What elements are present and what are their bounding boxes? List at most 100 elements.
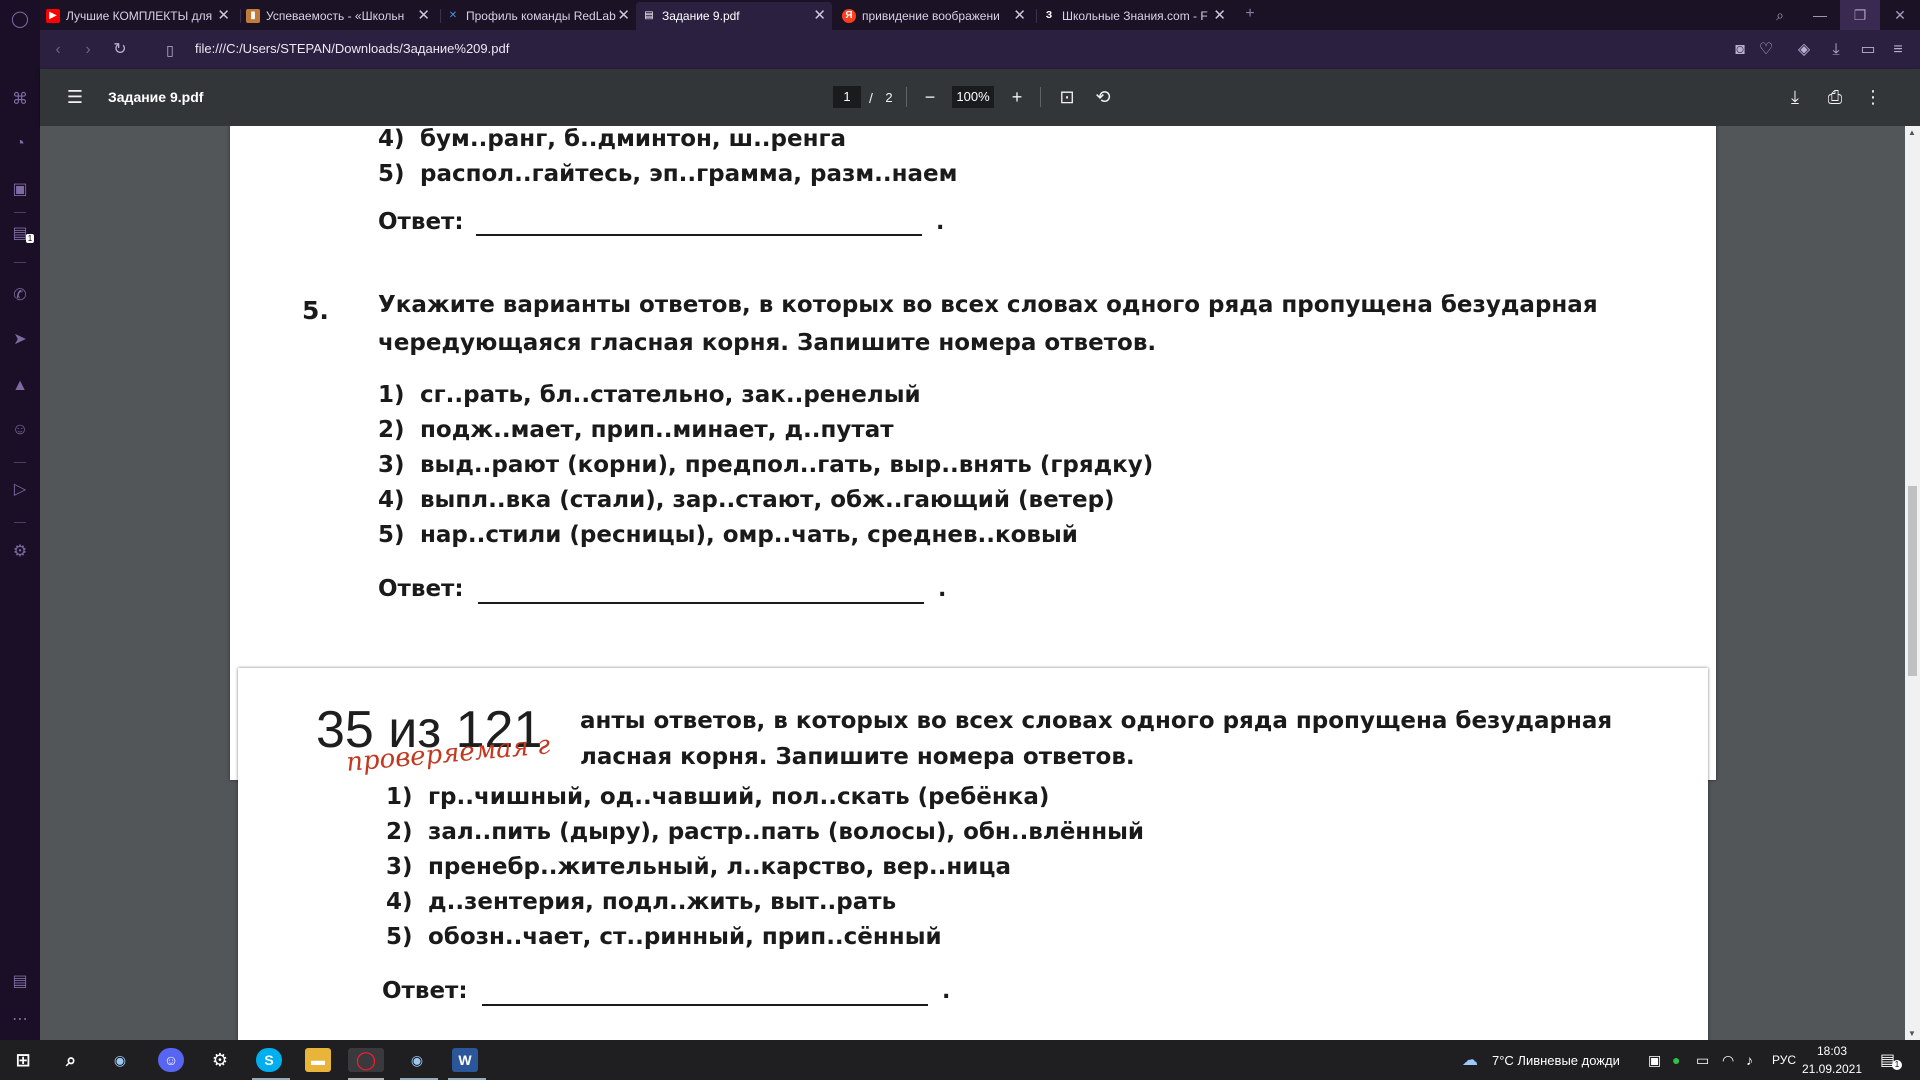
battery-saver-icon[interactable]: ▭: [1858, 40, 1878, 60]
security-shield-icon[interactable]: ●: [1672, 1052, 1680, 1068]
settings-gear-icon[interactable]: ⚙: [10, 542, 30, 562]
close-window-icon[interactable]: ✕: [1880, 0, 1920, 30]
twitch-icon[interactable]: ▤ 1: [10, 224, 34, 244]
forward-icon[interactable]: ›: [78, 40, 98, 60]
option-number: 5): [378, 522, 405, 548]
close-icon[interactable]: ✕: [1013, 2, 1026, 30]
zoom-out-icon[interactable]: −: [920, 87, 940, 107]
new-tab-button[interactable]: +: [1240, 4, 1260, 24]
scroll-down-icon[interactable]: ▼: [1908, 1029, 1916, 1038]
search-icon[interactable]: ⌕: [58, 1048, 84, 1072]
pdf-download-icon[interactable]: ⤓: [1784, 87, 1806, 107]
menu-icon[interactable]: ☰: [64, 87, 86, 107]
tab-3[interactable]: ✕ Профиль команды RedLab ✕: [440, 2, 636, 30]
close-icon[interactable]: ✕: [417, 2, 430, 30]
battery-icon[interactable]: ▭: [1696, 1052, 1709, 1069]
skype-icon[interactable]: S: [256, 1048, 282, 1072]
answer-label: Ответ:: [378, 209, 464, 235]
bag-icon[interactable]: ▣: [10, 180, 30, 200]
volume-icon[interactable]: ♪: [1746, 1052, 1753, 1068]
reload-icon[interactable]: ↻: [110, 40, 130, 60]
sidebar-panel-icon[interactable]: ▤: [10, 972, 30, 992]
page-number-input[interactable]: 1: [833, 86, 861, 108]
player-icon[interactable]: ▷: [10, 480, 30, 500]
vertical-scrollbar[interactable]: ▲ ▼: [1905, 126, 1920, 1040]
close-icon[interactable]: ✕: [217, 2, 230, 30]
easy-setup-icon[interactable]: ≡: [1888, 40, 1908, 60]
tab-5[interactable]: Я привидение воображени ✕: [836, 2, 1032, 30]
youtube-icon: ▶: [46, 9, 60, 23]
answer-label: Ответ:: [378, 576, 464, 602]
gamepad-icon[interactable]: ⌘: [10, 90, 30, 110]
more-icon[interactable]: ⋯: [10, 1010, 30, 1030]
close-icon[interactable]: ✕: [1213, 2, 1226, 30]
option-text: зал..пить (дыру), растр..пать (волосы), …: [428, 819, 1144, 845]
screen-icon[interactable]: ▣: [1648, 1052, 1661, 1069]
whatsapp-icon[interactable]: ✆: [10, 286, 30, 306]
option-text: выпл..вка (стали), зар..стают, обж..гающ…: [420, 487, 1115, 513]
file-explorer-icon[interactable]: ▬: [305, 1048, 331, 1072]
weather-cloud-icon[interactable]: ☁: [1462, 1050, 1478, 1070]
notifications-icon[interactable]: ▤ 1: [1880, 1050, 1902, 1070]
clock-time[interactable]: 18:03: [1806, 1044, 1858, 1058]
sidebar-divider: [14, 262, 26, 263]
scroll-thumb[interactable]: [1908, 486, 1917, 676]
zoom-in-icon[interactable]: +: [1007, 87, 1027, 107]
task-instruction-line-1: анты ответов, в которых во всех словах о…: [580, 708, 1613, 734]
search-tabs-icon[interactable]: ⌕: [1760, 0, 1800, 30]
scroll-up-icon[interactable]: ▲: [1908, 128, 1916, 137]
settings-gear-icon[interactable]: ⚙: [207, 1048, 233, 1072]
url-field[interactable]: file:///C:/Users/STEPAN/Downloads/Задани…: [195, 41, 509, 56]
discord-icon[interactable]: ☺: [10, 420, 30, 440]
steam-alt-icon[interactable]: ◉: [404, 1048, 430, 1072]
close-icon[interactable]: ✕: [813, 2, 826, 30]
zoom-level-input[interactable]: 100%: [952, 86, 994, 108]
option-number: 3): [378, 452, 405, 478]
windows-start-icon[interactable]: ⊞: [10, 1048, 36, 1072]
opera-sidebar: ◯ ⌘ ◔ ▣ ▤ 1 ✆ ➤ ▲ ☺ ▷ ⚙ ▤ ⋯: [0, 0, 40, 1040]
answer-line: [482, 1004, 928, 1006]
tab-strip: ▶ Лучшие КОМПЛЕКТЫ для ✕ ▮ Успеваемость …: [40, 0, 1920, 30]
option-number: 5): [378, 161, 405, 187]
vk-icon[interactable]: ▲: [10, 376, 30, 396]
telegram-icon[interactable]: ➤: [10, 330, 30, 350]
steam-icon[interactable]: ◉: [107, 1048, 133, 1072]
minimize-icon[interactable]: —: [1800, 0, 1840, 30]
task-number: 5.: [302, 296, 329, 325]
option-number: 4): [386, 889, 413, 915]
file-page-icon: ▯: [166, 42, 174, 58]
weather-text[interactable]: 7°C Ливневые дожди: [1492, 1053, 1620, 1068]
wifi-icon[interactable]: ◠: [1722, 1052, 1734, 1069]
tab-title: привидение воображени: [862, 9, 1000, 23]
language-indicator[interactable]: РУС: [1772, 1053, 1796, 1067]
word-icon[interactable]: W: [452, 1048, 478, 1072]
clock-date[interactable]: 21.09.2021: [1800, 1062, 1864, 1076]
close-icon[interactable]: ✕: [617, 2, 630, 30]
option-text: бум..ранг, б..дминтон, ш..ренга: [420, 126, 847, 152]
tab-4-active[interactable]: ▤ Задание 9.pdf ✕: [636, 2, 832, 30]
opera-logo-icon[interactable]: ◯: [10, 10, 30, 30]
option-text: выд..рают (корни), предпол..гать, выр..в…: [420, 452, 1154, 478]
cube-icon[interactable]: ◈: [1794, 40, 1814, 60]
camera-icon[interactable]: ◙: [1730, 40, 1750, 60]
tab-1[interactable]: ▶ Лучшие КОМПЛЕКТЫ для ✕: [40, 2, 236, 30]
tab-title: Школьные Знания.com - F: [1062, 9, 1208, 23]
print-icon[interactable]: ⎙: [1824, 87, 1846, 107]
heart-icon[interactable]: ♡: [1756, 40, 1776, 60]
fit-to-page-icon[interactable]: ⊡: [1056, 87, 1078, 107]
restore-icon[interactable]: ❐: [1840, 0, 1880, 30]
back-icon[interactable]: ‹: [48, 40, 68, 60]
tab-6[interactable]: З Школьные Знания.com - F ✕: [1036, 2, 1232, 30]
tab-2[interactable]: ▮ Успеваемость - «Школьн ✕: [240, 2, 436, 30]
pdf-document-title: Задание 9.pdf: [108, 89, 204, 105]
windows-taskbar: ⊞ ⌕ ◉ ☺ ⚙ S ▬ ◯ ◉ W ☁ 7°C Ливневые дожди…: [0, 1040, 1920, 1080]
download-icon[interactable]: ⤓: [1826, 40, 1846, 60]
rotate-icon[interactable]: ⟲: [1092, 87, 1114, 107]
more-actions-icon[interactable]: ⋮: [1864, 87, 1882, 107]
speed-dial-icon[interactable]: ◔: [10, 134, 30, 154]
pdf-toolbar: ☰ Задание 9.pdf 1 / 2 − 100% + ⊡ ⟲ ⤓ ⎙ ⋮: [40, 69, 1920, 126]
option-number: 3): [386, 854, 413, 880]
opera-taskbar-icon[interactable]: ◯: [348, 1048, 384, 1072]
option-text: распол..гайтесь, эп..грамма, разм..наем: [420, 161, 958, 187]
discord-taskbar-icon[interactable]: ☺: [158, 1048, 184, 1072]
